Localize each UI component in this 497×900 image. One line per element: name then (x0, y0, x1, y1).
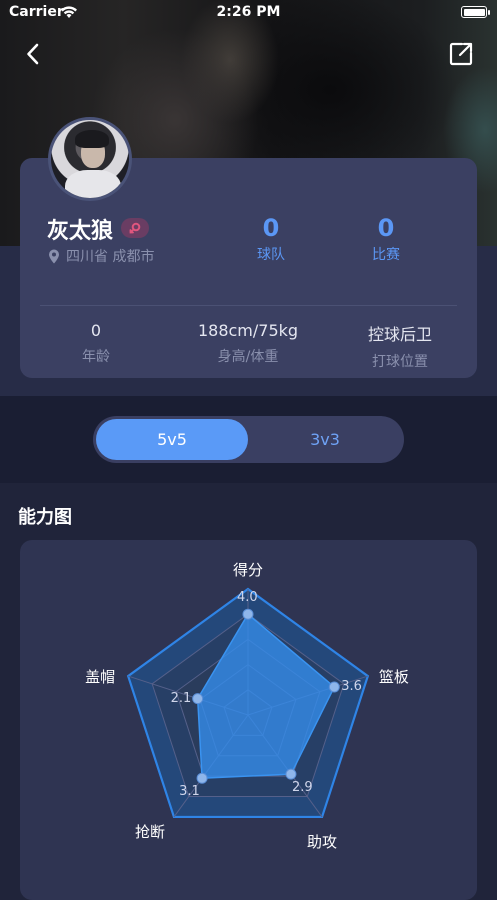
clock: 2:26 PM (216, 4, 281, 20)
share-button[interactable] (448, 41, 474, 67)
radar-axis-label-2: 助攻 (307, 832, 338, 851)
info-position: 控球后卫 打球位置 (335, 321, 465, 371)
radar-value-label-1: 3.6 (341, 678, 362, 694)
radar-value-label-4: 2.1 (170, 690, 192, 706)
info-position-label: 打球位置 (372, 354, 428, 370)
mode-tabs: 5v5 3v3 (93, 416, 404, 463)
info-height-weight: 188cm/75kg 身高/体重 (183, 321, 313, 366)
card-divider (40, 305, 457, 306)
info-age: 0 年龄 (31, 321, 161, 366)
radar-point-1 (328, 681, 340, 693)
back-button[interactable] (22, 42, 46, 66)
stat-games-label: 比赛 (372, 247, 400, 263)
stat-games-value: 0 (377, 214, 395, 242)
avatar-hair (75, 130, 109, 148)
radar-value-label-3: 3.1 (179, 784, 200, 800)
info-age-label: 年龄 (82, 349, 110, 365)
info-height-weight-label: 身高/体重 (217, 349, 279, 365)
radar-point-0 (242, 608, 254, 620)
battery-icon (461, 6, 487, 18)
tab-5v5[interactable]: 5v5 (96, 419, 248, 460)
ability-radar-card: 得分篮板助攻 抢断 盖帽 4.0 3.6 2.9 3.1 2.1 (20, 540, 477, 900)
radar-axis-label-4: 盖帽 (85, 668, 116, 687)
radar-point-2 (285, 768, 297, 780)
stat-teams[interactable]: 0 球队 (236, 214, 306, 264)
radar-value-label-2: 2.9 (291, 780, 313, 796)
info-height-weight-value: 188cm/75kg (197, 321, 299, 340)
ability-section-title: 能力图 (18, 507, 72, 528)
gender-badge (121, 218, 149, 238)
radar-point-4 (192, 693, 204, 705)
avatar-shirt (65, 170, 121, 198)
stat-teams-label: 球队 (257, 247, 285, 263)
radar-axis-label-3: 抢断 (134, 822, 165, 841)
stat-games[interactable]: 0 比赛 (351, 214, 421, 264)
radar-axis-label-0: 得分 (233, 561, 264, 579)
info-position-value: 控球后卫 (367, 325, 432, 344)
user-name: 灰太狼 (47, 219, 114, 244)
radar-value-label-0: 4.0 (237, 590, 258, 606)
status-bar: Carrier 2:26 PM (0, 0, 497, 26)
location-pin-icon (49, 249, 59, 263)
location-text: 四川省 成都市 (66, 249, 155, 265)
stat-teams-value: 0 (262, 214, 280, 242)
battery-tip (488, 10, 490, 15)
info-age-value: 0 (90, 321, 102, 340)
avatar[interactable] (48, 117, 132, 201)
radar-axis-label-1: 篮板 (378, 668, 409, 687)
location: 四川省 成都市 (48, 246, 154, 266)
radar-point-3 (196, 772, 208, 784)
female-icon (129, 222, 141, 234)
tab-3v3[interactable]: 3v3 (249, 419, 401, 460)
